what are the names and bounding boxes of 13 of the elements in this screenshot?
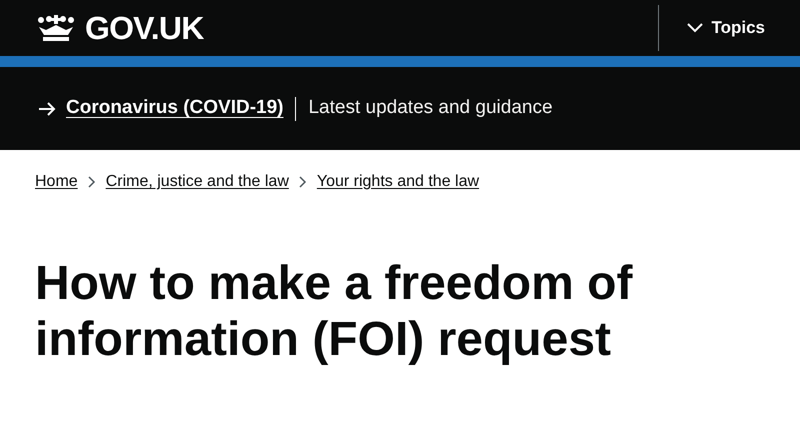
breadcrumb-link[interactable]: Home [35, 170, 78, 194]
coronavirus-link[interactable]: Coronavirus (COVID-19) [66, 94, 284, 123]
chevron-right-icon [88, 176, 96, 188]
crown-icon [35, 13, 77, 43]
page-title: How to make a freedom of information (FOI) request [34, 256, 634, 368]
topics-menu-button[interactable]: Topics [659, 5, 800, 51]
gov-uk-logo-text[interactable]: GOV.UK [85, 4, 204, 52]
breadcrumb-link[interactable]: Your rights and the law [316, 170, 480, 194]
breadcrumb-link[interactable]: Crime, justice and the law [106, 170, 289, 194]
chevron-down-icon [687, 23, 704, 33]
chevron-right-icon [298, 176, 307, 188]
arrow-right-icon [38, 102, 56, 116]
banner-text: Latest updates and guidance [308, 96, 553, 120]
